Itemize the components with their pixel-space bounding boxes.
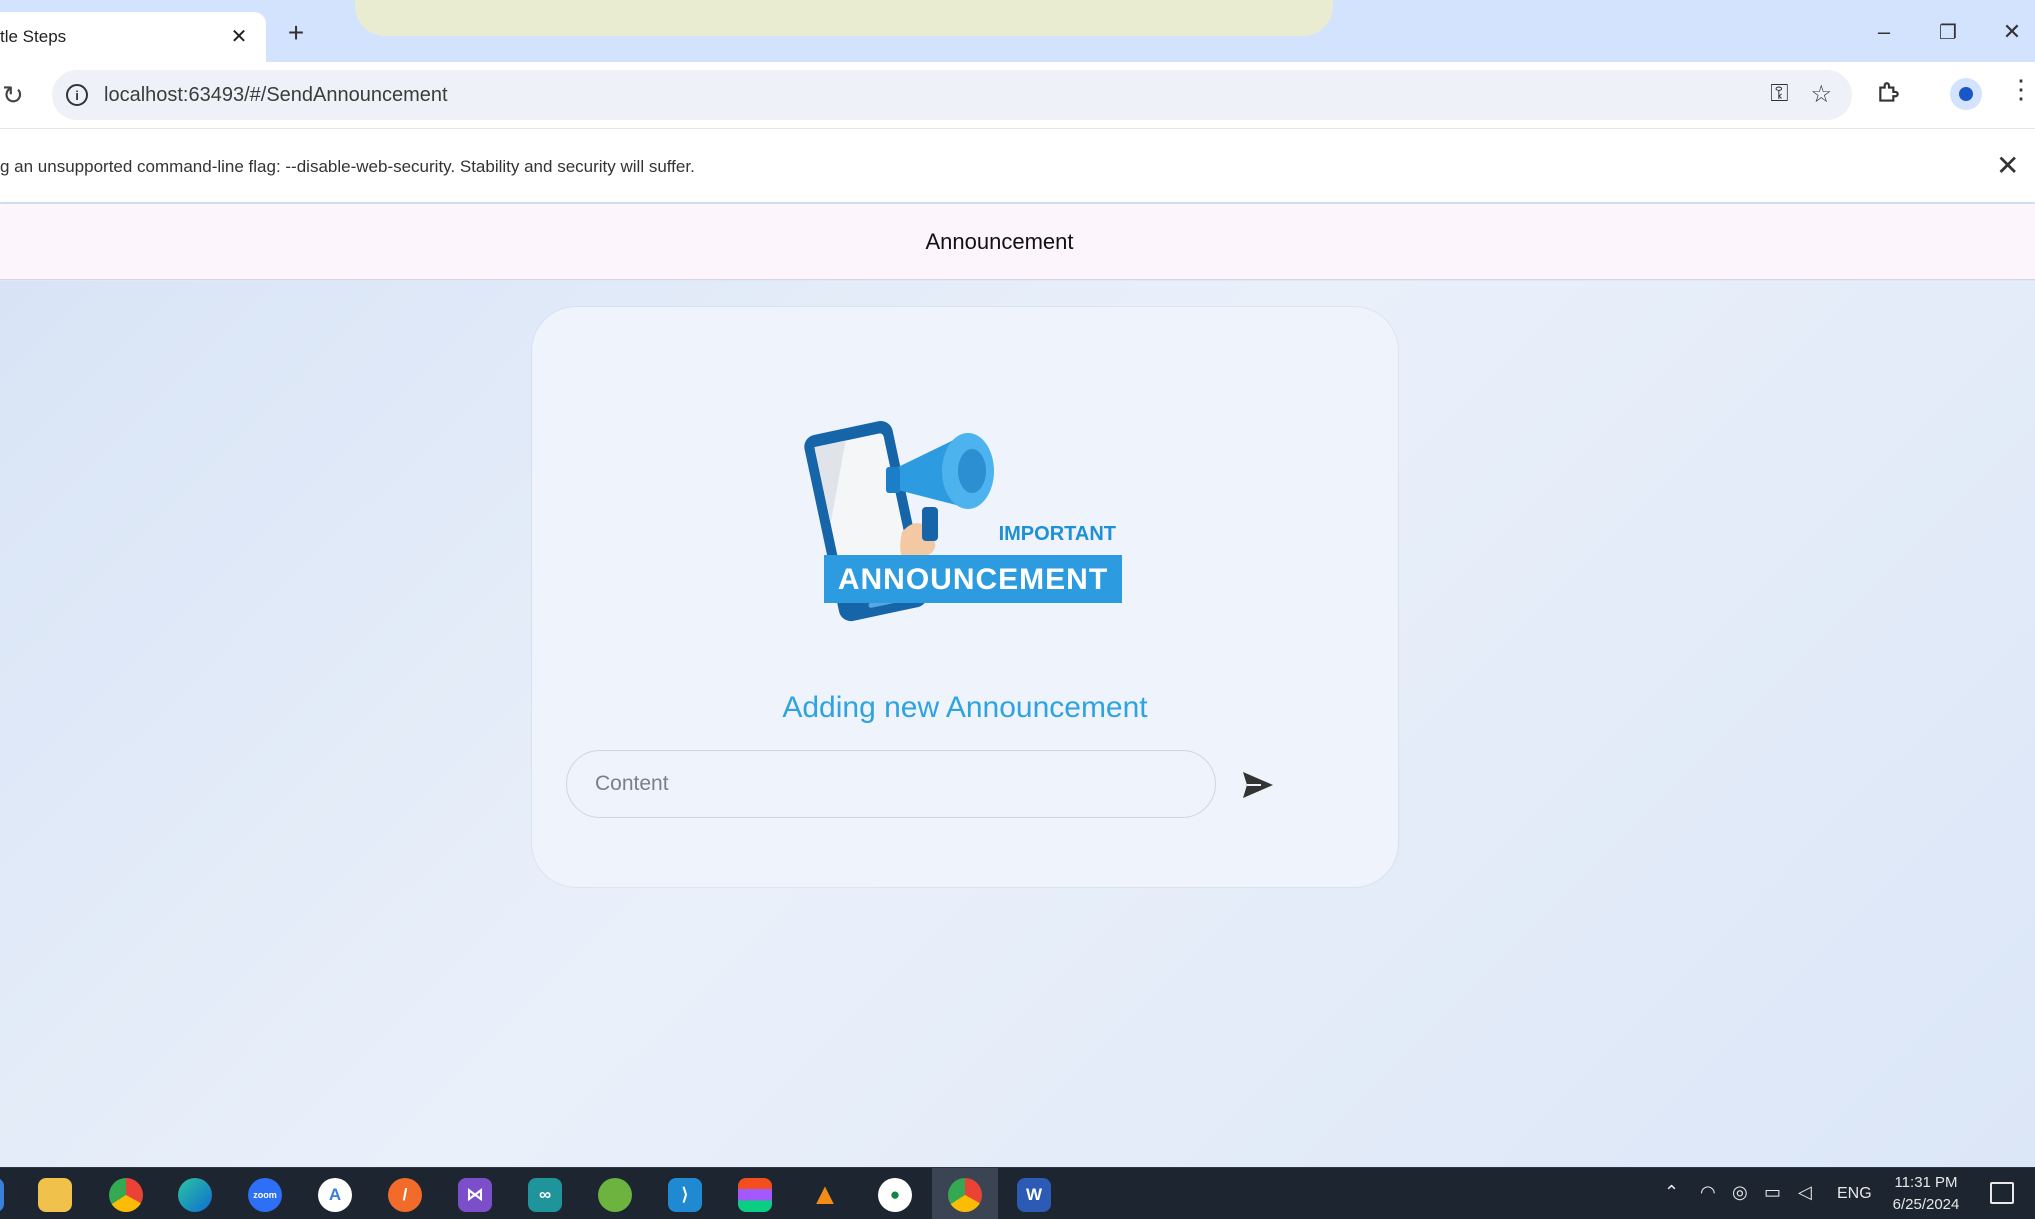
visual-studio-icon[interactable]: ⋈	[458, 1178, 492, 1212]
language-indicator[interactable]: ENG	[1837, 1185, 1872, 1203]
word-icon[interactable]: W	[1017, 1178, 1051, 1212]
tab-title: tle Steps	[0, 27, 67, 46]
spring-icon[interactable]	[598, 1178, 632, 1212]
infobar-close-icon[interactable]: ✕	[1996, 149, 2019, 182]
clock-time: 11:31 PM	[1894, 1174, 1958, 1191]
volume-icon[interactable]: ◁	[1798, 1182, 1812, 1203]
reload-icon[interactable]: ↻	[2, 80, 24, 111]
edge-icon[interactable]	[178, 1178, 212, 1212]
announcement-card: IMPORTANT ANNOUNCEMENT Adding new Announ…	[532, 307, 1398, 887]
android-studio-icon[interactable]: A	[318, 1178, 352, 1212]
chrome-icon[interactable]	[109, 1178, 143, 1212]
windows-taskbar: zoom A / ⋈ ∞ ⟩ ▲ ● W ⌃ ◠ ◎ ▭ ◁ ENG 11:31…	[0, 1167, 2035, 1219]
windows-icon[interactable]	[0, 1178, 4, 1212]
mongodb-compass-icon[interactable]: ●	[878, 1178, 912, 1212]
illustration-line1: IMPORTANT	[999, 523, 1116, 545]
announcement-illustration: IMPORTANT ANNOUNCEMENT	[804, 421, 1122, 622]
send-icon	[1243, 772, 1273, 798]
battery-icon[interactable]: ▭	[1764, 1182, 1781, 1203]
browser-tab[interactable]: tle Steps ✕	[0, 12, 266, 62]
minimize-button[interactable]: –	[1862, 14, 1906, 50]
vlc-icon[interactable]: ▲	[808, 1178, 842, 1212]
chrome-icon[interactable]	[948, 1178, 982, 1212]
site-info-icon[interactable]: i	[66, 84, 88, 106]
clock[interactable]: 11:31 PM 6/25/2024	[1886, 1172, 1966, 1216]
vscode-icon[interactable]: ⟩	[668, 1178, 702, 1212]
figma-icon[interactable]	[738, 1178, 772, 1212]
tab-close-icon[interactable]: ✕	[226, 23, 252, 49]
page-content: IMPORTANT ANNOUNCEMENT Adding new Announ…	[0, 281, 2035, 1167]
window-close-button[interactable]: ✕	[1990, 14, 2034, 50]
postman-icon[interactable]: /	[388, 1178, 422, 1212]
browser-toolbar: ↻ i localhost:63493/#/SendAnnouncement ⚿…	[0, 62, 2035, 128]
notification-center-icon[interactable]	[1990, 1182, 2014, 1204]
send-button[interactable]	[1232, 759, 1284, 811]
tab-strip-highlight	[355, 0, 1333, 36]
file-explorer-icon[interactable]	[38, 1178, 72, 1212]
password-key-icon[interactable]: ⚿	[1770, 80, 1788, 109]
clock-date: 6/25/2024	[1892, 1196, 1960, 1213]
restore-button[interactable]: ❐	[1926, 14, 1970, 50]
page-title: Announcement	[925, 228, 1074, 254]
url-text[interactable]: localhost:63493/#/SendAnnouncement	[104, 84, 448, 107]
card-title: Adding new Announcement	[782, 691, 1148, 724]
new-tab-button[interactable]: +	[280, 17, 312, 49]
arduino-icon[interactable]: ∞	[528, 1178, 562, 1212]
content-input[interactable]	[566, 750, 1216, 818]
browser-menu-icon[interactable]: ⋮	[2008, 76, 2034, 102]
meet-now-icon[interactable]: ◎	[1732, 1182, 1748, 1203]
wifi-icon[interactable]: ◠	[1700, 1182, 1716, 1203]
extensions-icon[interactable]	[1876, 80, 1902, 113]
infobar-message: g an unsupported command-line flag: --di…	[0, 157, 695, 176]
profile-avatar-icon[interactable]	[1950, 78, 1982, 110]
app-bar: Announcement	[0, 204, 2035, 280]
zoom-icon[interactable]: zoom	[248, 1178, 282, 1212]
tray-overflow-chevron-icon[interactable]: ⌃	[1664, 1182, 1679, 1203]
illustration-line2: ANNOUNCEMENT	[838, 563, 1108, 596]
browser-tab-strip: tle Steps ✕ + – ❐ ✕	[0, 0, 2035, 62]
warning-infobar: g an unsupported command-line flag: --di…	[0, 128, 2035, 202]
bookmark-star-icon[interactable]: ☆	[1810, 80, 1832, 109]
address-bar[interactable]: i localhost:63493/#/SendAnnouncement ⚿ ☆	[52, 70, 1852, 120]
